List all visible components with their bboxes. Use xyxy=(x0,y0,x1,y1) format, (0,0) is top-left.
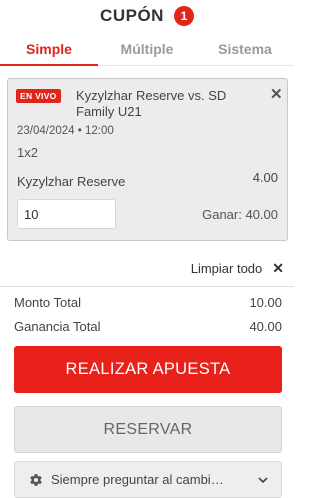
total-gain-row: Ganancia Total 40.00 xyxy=(14,319,282,334)
total-stake-label: Monto Total xyxy=(14,295,81,310)
bet-card: EN VIVO Kyzylzhar Reserve vs. SD Family … xyxy=(7,78,288,241)
stake-input[interactable] xyxy=(17,199,116,229)
event-name: Kyzylzhar Reserve vs. SD Family U21 xyxy=(76,88,227,119)
place-bet-button[interactable]: REALIZAR APUESTA xyxy=(14,346,282,393)
total-gain-label: Ganancia Total xyxy=(14,319,101,334)
close-icon: ✕ xyxy=(272,260,284,276)
clear-all-button[interactable]: Limpiar todo ✕ xyxy=(191,260,284,277)
bet-count-badge: 1 xyxy=(173,6,194,26)
live-badge: EN VIVO xyxy=(16,89,61,103)
betslip-title: CUPÓN xyxy=(100,6,164,25)
close-icon[interactable]: ✕ xyxy=(270,87,283,103)
odds-change-preference-select[interactable]: Siempre preguntar al cambi… xyxy=(14,461,282,498)
clear-all-label: Limpiar todo xyxy=(190,261,263,276)
betslip-header: CUPÓN 1 xyxy=(0,0,294,32)
bet-type-tabs: Simple Múltiple Sistema xyxy=(0,32,294,66)
market-name: 1x2 xyxy=(17,145,38,160)
chevron-down-icon xyxy=(257,474,269,486)
divider xyxy=(0,286,294,287)
potential-win: Ganar: 40.00 xyxy=(202,207,278,222)
tab-multiple[interactable]: Múltiple xyxy=(98,32,196,65)
total-gain-value: 40.00 xyxy=(249,319,282,334)
total-stake-value: 10.00 xyxy=(249,295,282,310)
odds-change-preference-label: Siempre preguntar al cambi… xyxy=(51,472,224,487)
gear-icon xyxy=(29,473,43,487)
selection-name: Kyzylzhar Reserve xyxy=(17,174,126,189)
reserve-button[interactable]: RESERVAR xyxy=(14,406,282,453)
tab-simple[interactable]: Simple xyxy=(0,32,98,66)
odds-value: 4.00 xyxy=(252,170,278,185)
event-datetime: 23/04/2024 • 12:00 xyxy=(17,125,114,137)
tab-system[interactable]: Sistema xyxy=(196,32,294,65)
total-stake-row: Monto Total 10.00 xyxy=(14,295,282,310)
